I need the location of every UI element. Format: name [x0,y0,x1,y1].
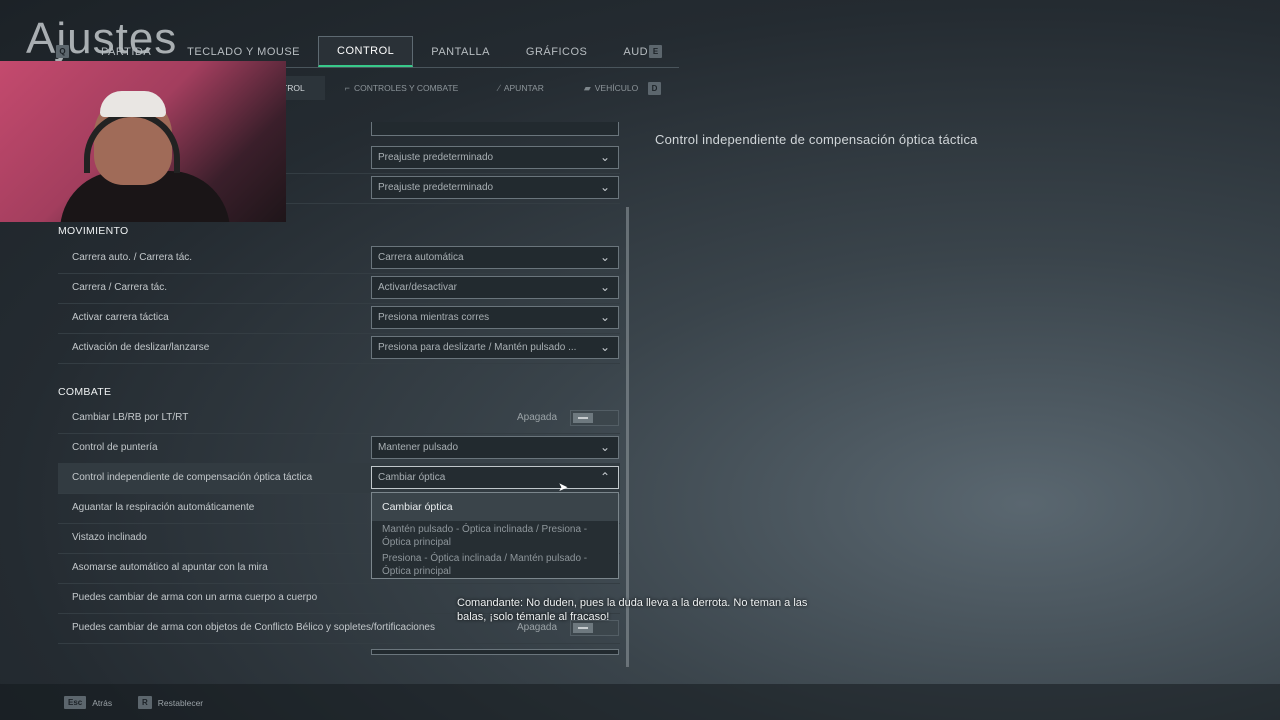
webcam-overlay [0,61,286,222]
setting-label: Cambiar LB/RB por LT/RT [72,412,189,423]
settings-row[interactable]: Carrera / Carrera tác. Activar/desactiva… [58,273,620,304]
dropdown-value: Preajuste predeterminado [378,152,494,163]
setting-label: Aguantar la respiración automáticamente [72,502,255,513]
next-tab-key[interactable]: E [649,45,662,58]
sub-tab-bar: TROL ⌐ CONTROLES Y COMBATE ∕ APUNTAR ▰ VEHÍ… [262,76,658,100]
chevron-down-icon: ⌄ [599,440,610,454]
setting-label: Control independiente de compensación óp… [72,472,313,483]
tab-graficos[interactable]: GRÁFICOS [508,36,605,67]
subtab-controles-y-combate[interactable]: ⌐ CONTROLES Y COMBATE [325,76,479,100]
subtab-controles-label: CONTROLES Y COMBATE [353,83,459,93]
dropdown-value: Activar/desactivar [378,282,457,293]
gun-icon: ⌐ [344,83,350,93]
dropdown-value: Carrera automática [378,252,464,263]
toggle-switch[interactable] [570,410,619,426]
setting-label: Control de puntería [72,442,158,453]
setting-label: Activar carrera táctica [72,312,169,323]
chevron-down-icon: ⌄ [599,150,610,164]
settings-row[interactable]: Carrera auto. / Carrera tác. Carrera aut… [58,243,620,274]
settings-row[interactable]: Activación de deslizar/lanzarse Presiona… [58,333,620,364]
setting-dropdown[interactable]: Presiona para deslizarte / Mantén pulsad… [371,336,619,359]
chevron-down-icon: ⌄ [599,310,610,324]
esc-key: Esc [64,696,87,709]
dropdown-value: Presiona para deslizarte / Mantén pulsad… [378,342,577,353]
setting-dropdown[interactable]: Presiona mientras corres ⌄ [371,306,619,329]
subtab-vehiculo-label: VEHÍCULO [594,83,639,93]
settings-row[interactable]: Cambiar LB/RB por LT/RT Apagada [58,403,620,434]
tab-control[interactable]: CONTROL [318,36,414,67]
setting-dropdown[interactable]: Activar/desactivar ⌄ [371,276,619,299]
r-key: R [138,696,152,709]
dialogue-subtitle: Comandante: No duden, pues la duda lleva… [457,596,837,624]
settings-row[interactable]: Control de puntería Mantener pulsado ⌄ [58,433,620,464]
cap-icon [100,91,166,117]
setting-label: Carrera auto. / Carrera tác. [72,252,193,263]
dropdown-option[interactable]: Presiona - Óptica inclinada / Mantén pul… [372,552,618,578]
toggle-knob [573,623,593,633]
subtab-vehiculo[interactable]: ▰ VEHÍCULO [564,76,658,100]
toggle-knob [573,413,593,423]
preset-dropdown[interactable]: Preajuste predeterminado ⌄ [371,146,619,169]
partial-dropdown[interactable] [371,122,619,136]
preset-dropdown[interactable]: Preajuste predeterminado ⌄ [371,176,619,199]
dropdown-menu: Cambiar óptica Mantén pulsado - Óptica i… [371,492,619,579]
setting-label: Vistazo inclinado [72,532,147,543]
dropdown-value: Preajuste predeterminado [378,182,494,193]
setting-label: Asomarse automático al apuntar con la mi… [72,562,268,573]
prev-tab-key[interactable]: Q [56,45,69,58]
rifle-icon: ∕ [498,83,500,93]
chevron-up-icon: ⌃ [599,470,610,484]
dropdown-value: Mantener pulsado [378,442,459,453]
dropdown-value: Cambiar óptica [378,472,446,483]
settings-row-selected[interactable]: Control independiente de compensación óp… [58,463,620,494]
setting-label: Activación de deslizar/lanzarse [72,342,210,353]
chevron-down-icon: ⌄ [599,250,610,264]
setting-dropdown[interactable]: Mantener pulsado ⌄ [371,436,619,459]
setting-description: Control independiente de compensación óp… [655,132,978,147]
footer-bar: Esc Atrás R Restablecer [0,684,1280,720]
chevron-down-icon: ⌄ [599,180,610,194]
setting-dropdown-open[interactable]: Cambiar óptica ⌃ [371,466,619,489]
dropdown-option-selected[interactable]: Cambiar óptica [372,493,618,521]
setting-label: Carrera / Carrera tác. [72,282,168,293]
section-combate: COMBATE [58,386,112,398]
mouse-cursor-icon: ➤ [558,480,569,494]
subtab-apuntar[interactable]: ∕ APUNTAR [478,76,564,100]
back-label: Atrás [92,697,113,708]
next-subtab-key[interactable]: D [648,82,661,95]
vehicle-icon: ▰ [583,82,591,93]
setting-label: Puedes cambiar de arma con objetos de Co… [72,622,435,633]
settings-row-partial [58,643,620,673]
tab-pantalla[interactable]: PANTALLA [413,36,508,67]
dropdown-option[interactable]: Mantén pulsado - Óptica inclinada / Pres… [372,523,618,549]
chevron-down-icon: ⌄ [599,280,610,294]
reset-button[interactable]: R Restablecer [138,696,203,709]
subtab-apuntar-label: APUNTAR [503,83,544,93]
dropdown-value: Presiona mientras corres [378,312,490,323]
settings-row[interactable]: Activar carrera táctica Presiona mientra… [58,303,620,334]
reset-label: Restablecer [157,697,204,708]
section-movimiento: MOVIMIENTO [58,225,129,237]
partial-dropdown[interactable] [371,649,619,655]
chevron-down-icon: ⌄ [599,340,610,354]
setting-label: Puedes cambiar de arma con un arma cuerp… [72,592,318,603]
subtitle-speaker: Comandante: [457,597,524,609]
setting-dropdown[interactable]: Carrera automática ⌄ [371,246,619,269]
toggle-state: Apagada [517,412,558,423]
tab-audio[interactable]: AUDIO [605,36,678,67]
back-button[interactable]: Esc Atrás [64,696,112,709]
